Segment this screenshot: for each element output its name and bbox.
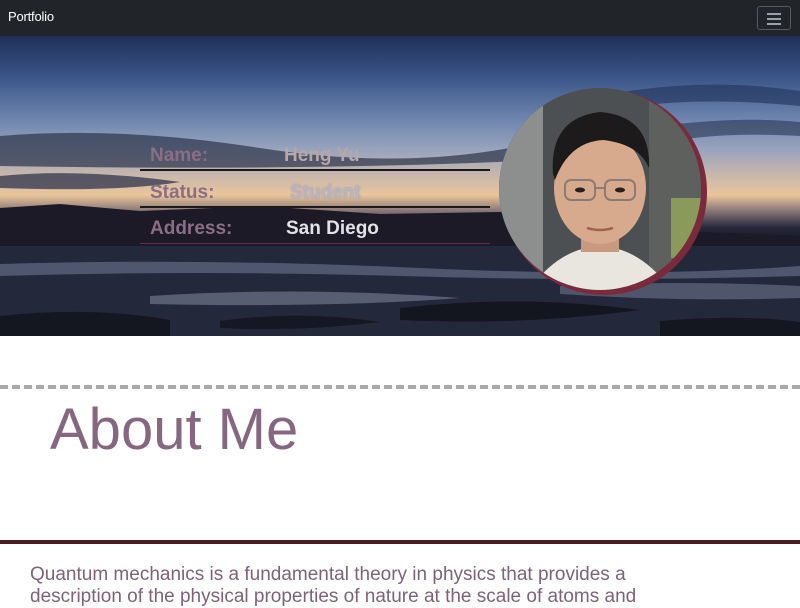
status-value: Student bbox=[290, 182, 361, 203]
profile-row-status: Status: Student bbox=[140, 174, 490, 208]
section-divider-solid bbox=[0, 540, 800, 544]
hero-banner: Name: Heng Yu Status: Student Address: S… bbox=[0, 36, 800, 336]
hamburger-menu-icon[interactable] bbox=[757, 6, 791, 30]
avatar-photo bbox=[499, 88, 701, 290]
about-heading: About Me bbox=[50, 397, 299, 462]
address-value: San Diego bbox=[286, 218, 379, 239]
name-label: Name: bbox=[150, 145, 209, 166]
name-value: Heng Yu bbox=[284, 145, 360, 166]
hamburger-bar bbox=[767, 23, 781, 25]
address-label: Address: bbox=[150, 218, 233, 239]
profile-row-address: Address: San Diego bbox=[140, 210, 490, 244]
section-divider-dashed bbox=[0, 385, 800, 389]
about-paragraph: Quantum mechanics is a fundamental theor… bbox=[30, 564, 637, 607]
hamburger-bar bbox=[767, 13, 781, 15]
profile-avatar bbox=[499, 88, 701, 290]
status-label: Status: bbox=[150, 182, 215, 203]
top-navbar: Portfolio bbox=[0, 0, 800, 36]
navbar-brand[interactable]: Portfolio bbox=[8, 9, 54, 24]
hamburger-bar bbox=[767, 18, 781, 20]
profile-row-name: Name: Heng Yu bbox=[140, 137, 490, 171]
